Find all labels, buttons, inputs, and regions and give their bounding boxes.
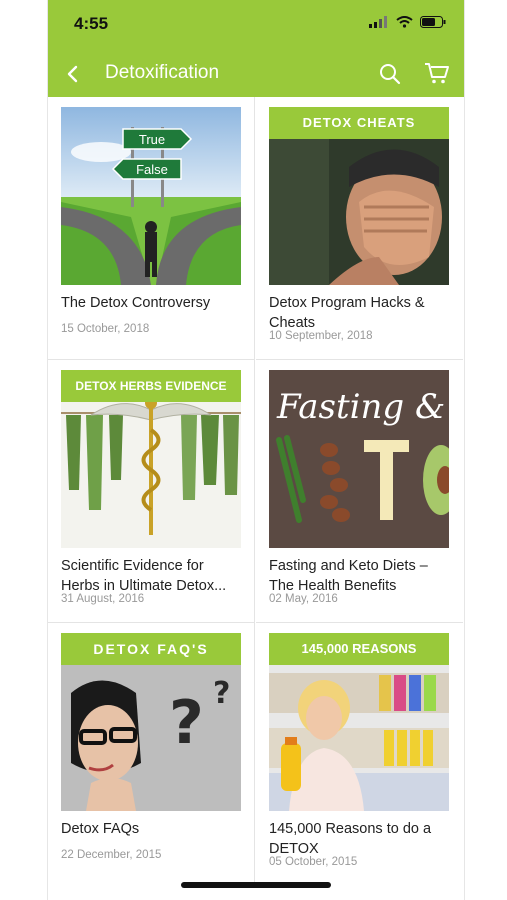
article-card[interactable]: DETOX CHEATS Detox Program Hacks & Cheat… xyxy=(256,97,463,360)
home-indicator[interactable] xyxy=(181,882,331,888)
article-thumbnail: True False xyxy=(61,107,241,285)
article-banner: 145,000 REASONS xyxy=(269,633,449,665)
article-title: 145,000 Reasons to do a DETOX xyxy=(269,821,432,857)
article-card[interactable]: DETOX HERBS EVIDENCE Scientific Evidence… xyxy=(48,360,255,623)
wifi-icon xyxy=(396,16,413,28)
back-button[interactable] xyxy=(66,62,88,86)
article-thumbnail: DETOX CHEATS xyxy=(269,107,449,285)
article-card[interactable]: Fasting & Fasting and Keto Diets – The H… xyxy=(256,360,463,623)
cart-icon xyxy=(425,63,449,84)
article-banner: DETOX HERBS EVIDENCE xyxy=(61,370,241,402)
article-title: Detox Program Hacks & Cheats xyxy=(269,295,425,331)
article-title: Fasting and Keto Diets – The Health Bene… xyxy=(269,558,428,594)
article-title: The Detox Controversy xyxy=(61,295,211,311)
app-header: 4:55 Detoxification xyxy=(48,0,464,97)
article-banner: DETOX CHEATS xyxy=(269,107,449,139)
search-icon xyxy=(380,64,401,85)
page-title: Detoxification xyxy=(105,62,220,83)
svg-text:?: ? xyxy=(213,676,230,711)
app-screen: 4:55 Detoxification True False The Detox… xyxy=(47,0,465,900)
search-button[interactable] xyxy=(378,62,402,91)
article-date: 22 December, 2015 xyxy=(61,849,162,861)
article-thumbnail: 145,000 REASONS xyxy=(269,633,449,811)
article-card[interactable]: 145,000 REASONS 145,000 Reasons to do a … xyxy=(256,623,463,886)
sign-true-text: True xyxy=(139,132,165,147)
article-banner: DETOX FAQ'S xyxy=(61,633,241,665)
cart-button[interactable] xyxy=(424,61,450,90)
article-title: Detox FAQs xyxy=(61,821,140,837)
article-thumbnail: Fasting & xyxy=(269,370,449,548)
article-thumbnail: DETOX FAQ'S ? ? xyxy=(61,633,241,811)
article-date: 10 September, 2018 xyxy=(269,330,373,342)
svg-text:?: ? xyxy=(169,688,204,758)
sign-false-text: False xyxy=(136,162,168,177)
status-icons xyxy=(369,16,446,28)
battery-icon xyxy=(420,16,446,28)
article-card[interactable]: True False The Detox Controversy 15 Octo… xyxy=(48,97,255,360)
article-thumbnail: DETOX HERBS EVIDENCE xyxy=(61,370,241,548)
signal-icon xyxy=(369,16,387,28)
article-card[interactable]: DETOX FAQ'S ? ? Detox FAQs 22 December, … xyxy=(48,623,255,886)
article-title: Scientific Evidence for Herbs in Ultimat… xyxy=(61,558,227,594)
article-date: 02 May, 2016 xyxy=(269,593,338,605)
fasting-overlay-text: Fasting & xyxy=(276,387,445,427)
article-date: 31 August, 2016 xyxy=(61,593,145,605)
status-time: 4:55 xyxy=(74,14,109,33)
article-date: 05 October, 2015 xyxy=(269,856,358,868)
article-date: 15 October, 2018 xyxy=(61,323,150,335)
chevron-left-icon xyxy=(67,65,78,83)
